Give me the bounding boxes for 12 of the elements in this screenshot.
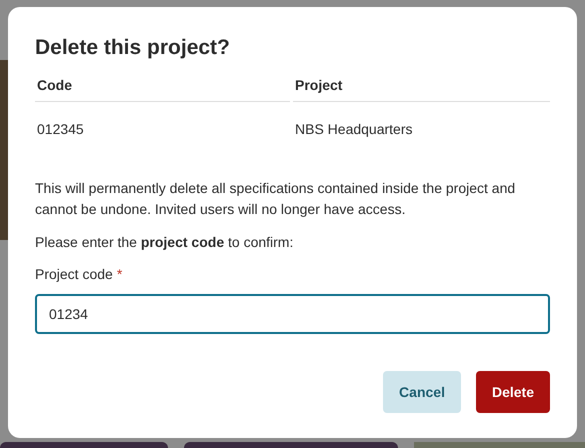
- table-cell-text: NBS Headquarters: [294, 120, 414, 139]
- column-header: Code: [35, 70, 290, 102]
- required-mark: *: [116, 265, 122, 284]
- table-cell-text: 012345: [36, 120, 85, 138]
- project-code-field[interactable]: 01234: [35, 294, 550, 334]
- field-label: Project code: [35, 265, 113, 284]
- confirm-instruction: Please enter the project code to confirm:: [35, 233, 294, 252]
- warning-text: This will permanently delete all specifications contained inside the project and cannot be undone. Invited users will no longer have access.: [35, 179, 516, 219]
- delete-button[interactable]: Delete: [476, 371, 550, 413]
- dialog-title: Delete this project?: [35, 35, 231, 61]
- cancel-button[interactable]: Cancel: [383, 371, 461, 413]
- column-header: Project: [293, 70, 550, 102]
